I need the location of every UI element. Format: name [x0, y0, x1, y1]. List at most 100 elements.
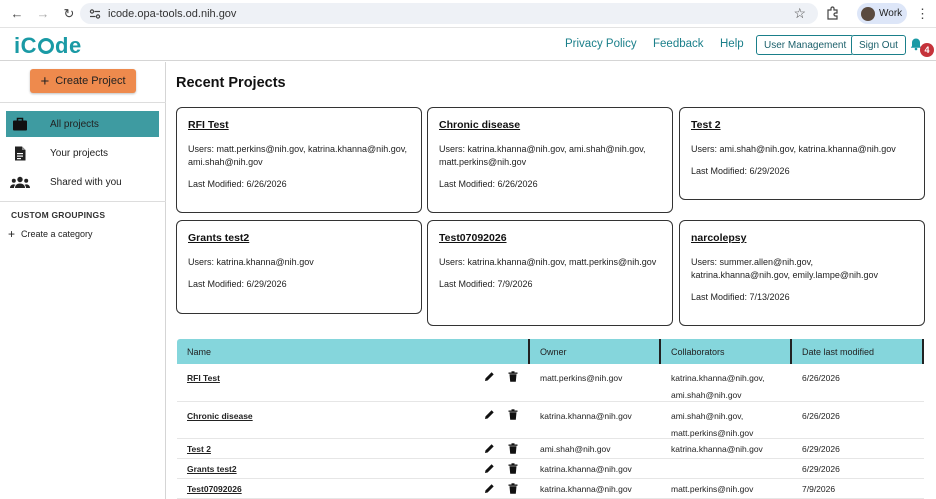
column-header-name[interactable]: Name [177, 339, 530, 364]
plus-icon: + [8, 227, 16, 241]
project-card-title[interactable]: Chronic disease [439, 119, 661, 131]
table-cell-date: 6/29/2026 [802, 444, 840, 454]
project-card-modified: Last Modified: 6/26/2026 [188, 179, 287, 189]
privacy-policy-link[interactable]: Privacy Policy [565, 38, 637, 50]
edit-pencil-icon[interactable] [484, 483, 495, 494]
sidebar-divider [0, 201, 166, 202]
project-card-users: Users: katrina.khanna@nih.gov, ami.shah@… [439, 144, 646, 167]
project-card-users: Users: katrina.khanna@nih.gov [188, 257, 314, 267]
edit-pencil-icon[interactable] [484, 463, 495, 474]
profile-button[interactable]: Work [857, 3, 907, 24]
address-bar[interactable]: icode.opa-tools.od.nih.gov ☆ [80, 3, 818, 24]
browser-menu-icon[interactable]: ⋮ [916, 6, 929, 22]
url-text: icode.opa-tools.od.nih.gov [108, 7, 237, 20]
project-card-users: Users: matt.perkins@nih.gov, katrina.kha… [188, 144, 408, 167]
project-card-users: Users: katrina.khanna@nih.gov, matt.perk… [439, 257, 657, 267]
table-row: RFI Test matt.perkins@nih.gov katrina.kh… [177, 364, 924, 402]
sidebar-item-label: Shared with you [50, 176, 122, 188]
table-row: Test 2 ami.shah@nih.gov katrina.khanna@n… [177, 439, 924, 459]
column-header-collaborators[interactable]: Collaborators [661, 339, 792, 364]
profile-label: Work [879, 8, 903, 19]
plus-icon: + [40, 72, 50, 90]
table-row: Grants test2 katrina.khanna@nih.gov 6/29… [177, 459, 924, 479]
collaborator-line: katrina.khanna@nih.gov, [671, 373, 765, 383]
help-link[interactable]: Help [720, 38, 744, 50]
bookmark-star-icon[interactable]: ☆ [793, 5, 806, 22]
table-cell-name: RFI Test [177, 364, 530, 401]
column-header-owner[interactable]: Owner [530, 339, 661, 364]
table-cell-owner: katrina.khanna@nih.gov [540, 484, 632, 494]
sidebar-item-shared-with-you[interactable]: Shared with you [6, 169, 159, 195]
project-name-link[interactable]: RFI Test [187, 373, 220, 383]
collaborator-line: matt.perkins@nih.gov [671, 484, 754, 494]
people-icon [10, 174, 30, 190]
project-card[interactable]: Test 2 Users: ami.shah@nih.gov, katrina.… [679, 107, 925, 200]
project-card[interactable]: RFI Test Users: matt.perkins@nih.gov, ka… [176, 107, 422, 213]
collaborator-line: ami.shah@nih.gov, [671, 411, 744, 421]
project-card-users: Users: summer.allen@nih.gov, katrina.kha… [691, 257, 879, 280]
extensions-puzzle-icon[interactable] [826, 6, 840, 20]
table-row: Test07092026 katrina.khanna@nih.gov matt… [177, 479, 924, 499]
project-name-link[interactable]: Grants test2 [187, 464, 237, 474]
project-name-link[interactable]: Test07092026 [187, 484, 242, 494]
browser-chrome: ← → ↻ icode.opa-tools.od.nih.gov ☆ Work … [0, 0, 936, 28]
project-card[interactable]: Chronic disease Users: katrina.khanna@ni… [427, 107, 673, 213]
table-cell-name: Grants test2 [177, 459, 530, 478]
delete-trash-icon[interactable] [508, 463, 518, 474]
project-card-title[interactable]: narcolepsy [691, 232, 913, 244]
edit-pencil-icon[interactable] [484, 371, 495, 382]
table-cell-collaborators: ami.shah@nih.gov, matt.perkins@nih.gov [661, 402, 792, 438]
sidebar-item-your-projects[interactable]: Your projects [6, 140, 159, 166]
column-header-date-modified[interactable]: Date last modified [792, 339, 924, 364]
project-card[interactable]: narcolepsy Users: summer.allen@nih.gov, … [679, 220, 925, 326]
profile-avatar [861, 6, 875, 21]
table-cell-collaborators: katrina.khanna@nih.gov, ami.shah@nih.gov [661, 364, 792, 401]
project-name-link[interactable]: Chronic disease [187, 411, 253, 421]
feedback-link[interactable]: Feedback [653, 38, 704, 50]
app-header: iC de Privacy Policy Feedback Help User M… [0, 28, 936, 61]
back-arrow-icon[interactable]: ← [8, 5, 26, 23]
sidebar-item-label: All projects [50, 118, 99, 130]
project-card-title[interactable]: Test07092026 [439, 232, 661, 244]
delete-trash-icon[interactable] [508, 483, 518, 494]
collaborator-line: katrina.khanna@nih.gov [671, 444, 763, 454]
edit-pencil-icon[interactable] [484, 409, 495, 420]
project-card-modified: Last Modified: 6/29/2026 [691, 166, 790, 176]
sign-out-button[interactable]: Sign Out [851, 35, 906, 55]
table-cell-owner: katrina.khanna@nih.gov [540, 464, 632, 474]
table-cell-name: Test07092026 [177, 479, 530, 498]
project-card-title[interactable]: Grants test2 [188, 232, 410, 244]
create-project-button[interactable]: + Create Project [30, 69, 136, 93]
project-card-title[interactable]: RFI Test [188, 119, 410, 131]
table-cell-owner: matt.perkins@nih.gov [540, 373, 623, 383]
site-settings-icon[interactable] [88, 7, 102, 21]
table-cell-date: 6/29/2026 [802, 464, 840, 474]
projects-table: Name Owner Collaborators Date last modif… [177, 339, 924, 499]
reload-icon[interactable]: ↻ [60, 5, 78, 23]
delete-trash-icon[interactable] [508, 443, 518, 454]
table-cell-name: Chronic disease [177, 402, 530, 438]
table-row: Chronic disease katrina.khanna@nih.gov a… [177, 402, 924, 439]
table-cell-owner: katrina.khanna@nih.gov [540, 411, 632, 421]
notification-count-badge: 4 [920, 43, 934, 57]
project-card[interactable]: Grants test2 Users: katrina.khanna@nih.g… [176, 220, 422, 314]
project-card-users: Users: ami.shah@nih.gov, katrina.khanna@… [691, 144, 896, 154]
project-name-link[interactable]: Test 2 [187, 444, 211, 454]
sidebar-divider [0, 102, 166, 103]
sidebar-item-all-projects[interactable]: All projects [6, 111, 159, 137]
project-card-modified: Last Modified: 7/9/2026 [439, 279, 533, 289]
delete-trash-icon[interactable] [508, 371, 518, 382]
project-card-title[interactable]: Test 2 [691, 119, 913, 131]
delete-trash-icon[interactable] [508, 409, 518, 420]
table-cell-date: 6/26/2026 [802, 373, 840, 383]
create-category-button[interactable]: + Create a category [8, 228, 93, 240]
project-card[interactable]: Test07092026 Users: katrina.khanna@nih.g… [427, 220, 673, 326]
document-icon [10, 145, 30, 161]
forward-arrow-icon[interactable]: → [34, 5, 52, 23]
icode-logo[interactable]: iC de [14, 33, 82, 59]
edit-pencil-icon[interactable] [484, 443, 495, 454]
table-cell-owner: ami.shah@nih.gov [540, 444, 611, 454]
sidebar: + Create Project All projects Your proje… [0, 62, 166, 499]
sidebar-item-label: Your projects [50, 147, 108, 159]
user-management-button[interactable]: User Management [756, 35, 855, 55]
